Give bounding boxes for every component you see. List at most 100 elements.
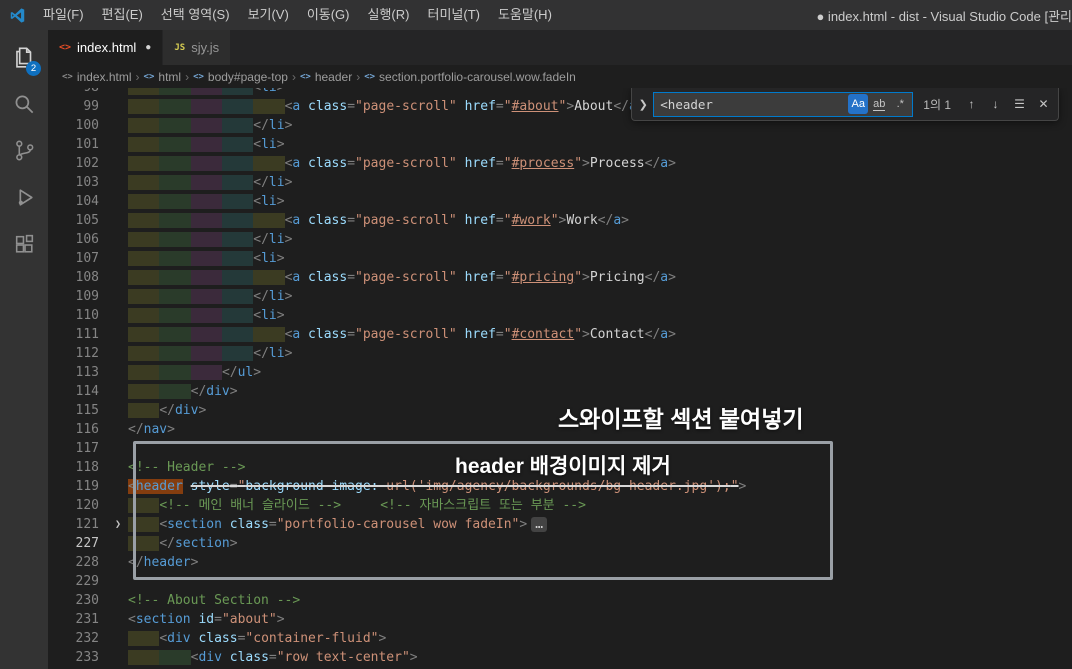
menu-item[interactable]: 터미널(T) [418,0,488,30]
code-line[interactable]: 115 </div> [48,401,1072,420]
line-number[interactable]: 114 [48,382,108,401]
code-line[interactable]: 107 <li> [48,249,1072,268]
code-line[interactable]: 105 <a class="page-scroll" href="#work">… [48,211,1072,230]
line-number[interactable]: 109 [48,287,108,306]
code-lines: 98 <li> 99 <a class="page-scroll" href="#… [48,88,1072,667]
line-number[interactable]: 98 [48,88,108,97]
previous-match-icon[interactable]: ↑ [961,94,982,115]
menu-item[interactable]: 이동(G) [298,0,359,30]
line-number[interactable]: 105 [48,211,108,230]
code-line[interactable]: 233 <div class="row text-center"> [48,648,1072,667]
code-text: </div> [128,382,1072,401]
code-line[interactable]: 116 </nav> [48,420,1072,439]
breadcrumb-item[interactable]: <> body#page-top [193,70,288,84]
find-in-selection-icon[interactable]: ☰ [1009,94,1030,115]
line-number[interactable]: 100 [48,116,108,135]
close-find-icon[interactable]: ✕ [1033,94,1054,115]
menu-item[interactable]: 실행(R) [359,0,419,30]
line-number[interactable]: 233 [48,648,108,667]
line-number[interactable]: 120 [48,496,108,515]
code-line[interactable]: 231 <section id="about"> [48,610,1072,629]
line-number[interactable]: 116 [48,420,108,439]
editor[interactable]: 98 <li> 99 <a class="page-scroll" href="#… [48,88,1072,669]
code-line[interactable]: 230 <!-- About Section --> [48,591,1072,610]
line-number[interactable]: 227 [48,534,108,553]
line-number[interactable]: 108 [48,268,108,287]
find-input[interactable]: <header Aa ab .* [653,91,914,117]
fold-chevron-icon[interactable]: ❯ [108,515,128,534]
line-number[interactable]: 232 [48,629,108,648]
code-line[interactable]: 108 <a class="page-scroll" href="#pricin… [48,268,1072,287]
line-number[interactable]: 101 [48,135,108,154]
menu-item[interactable]: 보기(V) [239,0,298,30]
whole-word-toggle[interactable]: ab [869,94,889,114]
line-number[interactable]: 229 [48,572,108,591]
regex-toggle[interactable]: .* [890,94,910,114]
line-number[interactable]: 230 [48,591,108,610]
line-number[interactable]: 103 [48,173,108,192]
code-line[interactable]: 113 </ul> [48,363,1072,382]
code-text: <a class="page-scroll" href="#pricing">P… [128,268,1072,287]
line-number[interactable]: 99 [48,97,108,116]
line-number[interactable]: 104 [48,192,108,211]
line-number[interactable]: 106 [48,230,108,249]
menu-item[interactable]: 도움말(H) [489,0,561,30]
line-number[interactable]: 110 [48,306,108,325]
breadcrumb-item[interactable]: <> section.portfolio-carousel.wow.fadeIn [364,70,576,84]
line-number[interactable]: 228 [48,553,108,572]
code-line[interactable]: 102 <a class="page-scroll" href="#proces… [48,154,1072,173]
menu-item[interactable]: 선택 영역(S) [152,0,239,30]
code-line[interactable]: 111 <a class="page-scroll" href="#contac… [48,325,1072,344]
explorer-icon[interactable]: 2 [0,33,48,80]
toggle-replace-icon[interactable]: ❯ [636,98,650,111]
fold-gutter [108,534,128,553]
source-control-icon[interactable] [0,127,48,174]
find-query-text: <header [660,96,713,112]
code-line[interactable]: 232 <div class="container-fluid"> [48,629,1072,648]
line-number[interactable]: 107 [48,249,108,268]
line-number[interactable]: 118 [48,458,108,477]
line-number[interactable]: 113 [48,363,108,382]
code-line[interactable]: 118 <!-- Header --> [48,458,1072,477]
code-line[interactable]: 229 [48,572,1072,591]
fold-gutter [108,192,128,211]
tab-index.html[interactable]: <> index.html ● [48,30,164,65]
menu-item[interactable]: 파일(F) [34,0,93,30]
line-number[interactable]: 112 [48,344,108,363]
code-line[interactable]: 109 </li> [48,287,1072,306]
fold-gutter [108,173,128,192]
code-line[interactable]: 228 </header> [48,553,1072,572]
code-line[interactable]: 106 </li> [48,230,1072,249]
code-line[interactable]: 104 <li> [48,192,1072,211]
search-icon[interactable] [0,80,48,127]
next-match-icon[interactable]: ↓ [985,94,1006,115]
line-number[interactable]: 111 [48,325,108,344]
run-debug-icon[interactable] [0,174,48,221]
match-case-toggle[interactable]: Aa [848,94,869,114]
code-line[interactable]: 227 </section> [48,534,1072,553]
code-line[interactable]: 112 </li> [48,344,1072,363]
menu-item[interactable]: 편집(E) [93,0,152,30]
code-line[interactable]: 110 <li> [48,306,1072,325]
code-text: <!-- About Section --> [128,593,301,608]
code-line[interactable]: 117 [48,439,1072,458]
breadcrumb-item[interactable]: <> html [144,70,182,84]
line-number[interactable]: 117 [48,439,108,458]
code-line[interactable]: 120 <!-- 메인 배너 슬라이드 --> <!-- 자바스크립트 또는 부… [48,496,1072,515]
line-number[interactable]: 102 [48,154,108,173]
code-line[interactable]: 101 <li> [48,135,1072,154]
code-line[interactable]: 121 ❯ <section class="portfolio-carousel … [48,515,1072,534]
breadcrumb-item[interactable]: <> header [300,70,352,84]
line-number[interactable]: 119 [48,477,108,496]
tab-sjy.js[interactable]: JS sjy.js [163,30,232,65]
line-number[interactable]: 231 [48,610,108,629]
line-number[interactable]: 115 [48,401,108,420]
code-line[interactable]: 114 </div> [48,382,1072,401]
breadcrumb-item[interactable]: <> index.html [62,70,132,84]
dirty-indicator[interactable]: ● [145,42,151,53]
extensions-icon[interactable] [0,221,48,268]
code-line[interactable]: 103 </li> [48,173,1072,192]
fold-gutter [108,629,128,648]
line-number[interactable]: 121 [48,515,108,534]
code-line[interactable]: 119 <header style="background-image: url(… [48,477,1072,496]
